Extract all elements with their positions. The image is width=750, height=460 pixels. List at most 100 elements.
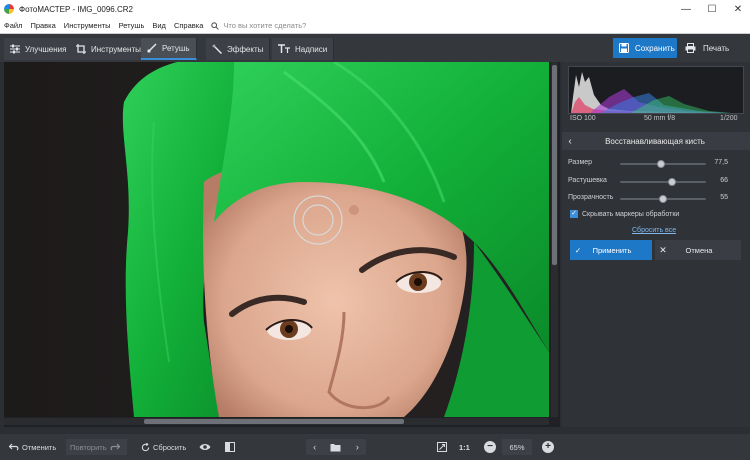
back-chevron-icon[interactable]: ‹	[562, 136, 578, 147]
apply-button[interactable]: ✓ Применить	[570, 240, 652, 260]
tab-retouch[interactable]: Ретушь	[141, 38, 197, 60]
app-logo-icon	[4, 4, 14, 14]
feather-slider[interactable]	[620, 178, 706, 186]
compare-button[interactable]	[222, 439, 238, 455]
vertical-scrollbar[interactable]	[551, 62, 558, 417]
zoom-value: 65%	[509, 442, 525, 452]
opacity-label: Прозрачность	[568, 194, 614, 201]
text-icon	[278, 44, 290, 53]
retouch-panel: ISO 100 50 mm f/8 1/200 ‹ Восстанавливаю…	[562, 62, 750, 427]
next-image-icon[interactable]: ›	[356, 442, 359, 452]
checkmark-icon: ✓	[574, 245, 582, 255]
undo-button[interactable]: Отменить	[6, 439, 56, 455]
actual-size-button[interactable]: 1:1	[459, 439, 470, 455]
redo-arrow-icon	[110, 443, 120, 451]
size-label: Размер	[568, 159, 593, 166]
zoom-out-button[interactable]: −	[484, 441, 496, 453]
fit-to-screen-button[interactable]	[434, 439, 450, 455]
search-icon	[211, 21, 220, 30]
tab-label: Эффекты	[227, 44, 264, 54]
window-title: ФотоМАСТЕР - IMG_0096.CR2	[19, 4, 133, 14]
redo-label: Повторить	[70, 442, 107, 452]
print-button[interactable]: Печать	[682, 38, 742, 58]
folder-icon[interactable]	[330, 443, 341, 452]
feather-slider-knob[interactable]	[667, 178, 676, 186]
opacity-slider-knob[interactable]	[659, 195, 667, 203]
menu-help[interactable]: Справка	[170, 21, 207, 30]
minimize-button[interactable]: —	[672, 0, 700, 18]
magic-wand-icon	[212, 44, 222, 54]
tool-title: Восстанавливающая кисть	[605, 136, 705, 146]
size-slider-knob[interactable]	[657, 160, 666, 168]
hide-markers-option[interactable]: ✓ Скрывать маркеры обработки	[570, 210, 679, 218]
horizontal-scroll-thumb[interactable]	[144, 419, 404, 424]
search-placeholder: Что вы хотите сделать?	[223, 21, 307, 30]
bottom-bar: Отменить Повторить Сбросить ‹ › 1:1 − 65…	[0, 434, 750, 460]
undo-label: Отменить	[22, 442, 57, 452]
command-search[interactable]: Что вы хотите сделать?	[211, 21, 306, 30]
fit-screen-icon	[437, 442, 447, 452]
minimize-icon: —	[681, 3, 691, 15]
brush-icon	[147, 43, 157, 53]
menu-tools[interactable]: Инструменты	[60, 21, 115, 30]
preview-toggle-button[interactable]	[196, 439, 214, 455]
hide-markers-label: Скрывать маркеры обработки	[582, 210, 680, 218]
portrait-photo	[4, 62, 549, 417]
hide-markers-checkbox[interactable]: ✓	[570, 210, 578, 218]
zoom-in-button[interactable]: +	[542, 441, 554, 453]
menu-retouch[interactable]: Ретушь	[115, 21, 149, 30]
vertical-scroll-thumb[interactable]	[552, 65, 557, 265]
crop-icon	[76, 44, 86, 54]
tab-tools[interactable]: Инструменты	[70, 38, 148, 60]
exif-shutter: 1/200	[720, 115, 738, 122]
size-slider-row: Размер 77,5	[568, 158, 746, 170]
horizontal-scrollbar[interactable]	[4, 418, 549, 425]
reset-icon	[141, 442, 150, 451]
redo-button[interactable]: Повторить	[66, 439, 127, 455]
opacity-slider[interactable]	[620, 195, 706, 203]
maximize-icon: ☐	[707, 3, 717, 15]
menu-view[interactable]: Вид	[148, 21, 170, 30]
feather-label: Растушевка	[568, 177, 607, 184]
opacity-slider-row: Прозрачность 55	[568, 193, 746, 205]
previous-image-icon[interactable]: ‹	[313, 442, 316, 452]
size-slider[interactable]	[620, 160, 706, 168]
cancel-button[interactable]: ✕ Отмена	[655, 240, 741, 260]
plus-icon: +	[545, 441, 551, 452]
feather-value: 66	[720, 177, 728, 184]
zoom-level[interactable]: 65%	[502, 439, 532, 455]
apply-label: Применить	[592, 245, 632, 255]
printer-icon	[685, 43, 696, 53]
title-bar: ФотоМАСТЕР - IMG_0096.CR2 — ☐ ✕	[0, 0, 750, 18]
tab-effects[interactable]: Эффекты	[206, 38, 271, 60]
histogram	[568, 66, 744, 114]
tab-label: Надписи	[295, 44, 328, 54]
tab-text[interactable]: Надписи	[272, 38, 335, 60]
photo-image[interactable]	[4, 62, 549, 417]
save-button[interactable]: Сохранить	[613, 38, 677, 58]
photo-canvas[interactable]	[4, 62, 560, 427]
menu-edit[interactable]: Правка	[26, 21, 59, 30]
ratio-label: 1:1	[459, 442, 470, 452]
image-navigation: ‹ ›	[306, 439, 366, 455]
opacity-value: 55	[720, 194, 728, 201]
print-label: Печать	[703, 43, 730, 53]
floppy-disk-icon	[619, 43, 629, 53]
size-value: 77,5	[714, 159, 728, 166]
tab-label: Инструменты	[91, 44, 141, 54]
exif-iso: ISO 100	[570, 115, 596, 122]
reset-button[interactable]: Сбросить	[138, 439, 186, 455]
close-window-button[interactable]: ✕	[724, 0, 750, 18]
maximize-button[interactable]: ☐	[698, 0, 726, 18]
tab-label: Ретушь	[162, 43, 190, 53]
menu-file[interactable]: Файл	[0, 21, 26, 30]
tab-label: Улучшения	[25, 44, 67, 54]
close-icon: ✕	[733, 3, 743, 15]
tab-enhancements[interactable]: Улучшения	[4, 38, 74, 60]
save-label: Сохранить	[635, 43, 675, 53]
feather-slider-row: Растушевка 66	[568, 176, 746, 188]
reset-all-link[interactable]: Сбросить все	[632, 227, 676, 234]
menu-bar: Файл Правка Инструменты Ретушь Вид Справ…	[0, 18, 750, 34]
sliders-icon	[10, 44, 20, 54]
minus-icon: −	[487, 441, 493, 452]
